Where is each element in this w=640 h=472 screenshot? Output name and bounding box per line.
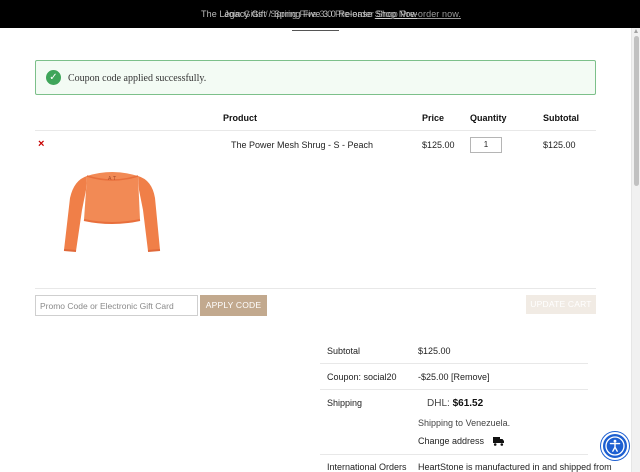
accessibility-icon	[605, 436, 625, 456]
check-icon: ✓	[46, 70, 61, 85]
promo-code-input[interactable]: Promo Code or Electronic Gift Card	[35, 295, 198, 316]
totals-subtotal-label: Subtotal	[327, 346, 361, 356]
coupon-success-notice: ✓ Coupon code applied successfully.	[35, 60, 596, 95]
product-image[interactable]: A T	[60, 150, 164, 264]
remove-item-icon[interactable]: ×	[38, 138, 44, 150]
announcement-link-b[interactable]: Shop Pre-order now.	[376, 9, 460, 19]
truck-icon	[492, 437, 504, 446]
totals-divider	[320, 363, 588, 364]
totals-subtotal-value: $125.00	[418, 346, 451, 356]
notice-text: Coupon code applied successfully.	[68, 73, 207, 84]
announcement-message-b: Join Gifts / Spring Five 3.0 Pre-order S…	[224, 9, 461, 19]
shipping-to-prefix: Shipping to	[418, 418, 464, 428]
column-header-product: Product	[223, 113, 258, 123]
product-subtotal: $125.00	[543, 140, 576, 150]
accessibility-button[interactable]	[601, 432, 629, 460]
coupon-remove-link[interactable]: [Remove]	[451, 372, 490, 382]
totals-divider	[320, 389, 588, 390]
column-header-subtotal: Subtotal	[543, 113, 579, 123]
coupon-discount: -$25.00	[418, 372, 449, 382]
announcement-bar: The Legacy Gift / Spring Five 3.0 Releas…	[0, 0, 640, 28]
header-divider	[35, 130, 596, 131]
quantity-input[interactable]: 1	[470, 137, 502, 153]
scrollbar-thumb[interactable]	[634, 36, 639, 186]
shipping-amount: $61.52	[452, 398, 484, 409]
row-divider	[35, 288, 596, 289]
shipping-destination: Shipping to Venezuela.	[418, 418, 511, 428]
shipping-country: Venezuela	[465, 418, 508, 428]
column-header-price: Price	[422, 113, 445, 123]
totals-coupon-value: -$25.00 [Remove]	[418, 372, 490, 382]
nav-active-underline	[292, 30, 339, 31]
product-name[interactable]: The Power Mesh Shrug - S - Peach	[231, 140, 373, 150]
update-cart-button[interactable]: UPDATE CART	[526, 295, 596, 314]
announcement-text-b: Join Gifts / Spring Five 3.0 Pre-order	[224, 9, 374, 19]
totals-international-label: International Orders	[327, 462, 407, 472]
scroll-up-arrow-icon[interactable]	[634, 29, 638, 33]
change-address-link[interactable]: Change address	[418, 436, 504, 446]
change-address-label[interactable]: Change address	[418, 436, 484, 446]
shipping-carrier: DHL:	[427, 398, 450, 409]
apply-code-button[interactable]: APPLY CODE	[200, 295, 267, 316]
totals-coupon-label: Coupon: social20	[327, 372, 397, 382]
page-scrollbar[interactable]	[631, 28, 640, 472]
product-price: $125.00	[422, 140, 455, 150]
column-header-quantity: Quantity	[470, 113, 507, 123]
totals-divider	[320, 454, 588, 455]
svg-text:A T: A T	[108, 176, 117, 182]
totals-international-value: HeartStone is manufactured in and shippe…	[418, 462, 612, 472]
shipping-option: DHL: $61.52	[427, 398, 483, 409]
totals-shipping-label: Shipping	[327, 398, 363, 408]
